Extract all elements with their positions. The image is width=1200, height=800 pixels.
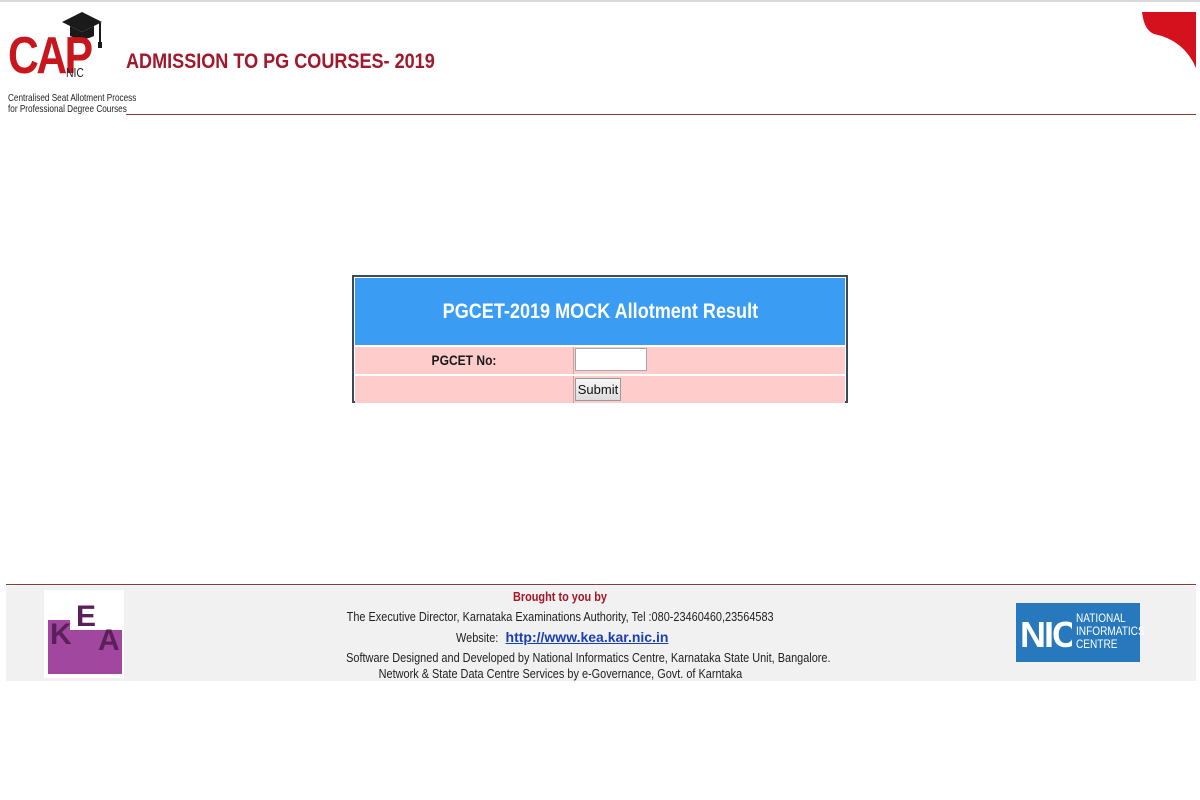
- logo-subtitle-line2: for Professional Degree Courses: [8, 103, 127, 115]
- submit-button[interactable]: Submit: [575, 378, 621, 401]
- corner-flag-icon: [1142, 12, 1196, 68]
- kea-letter-k: K: [50, 618, 72, 651]
- logo-suffix: NIC: [66, 65, 84, 80]
- allotment-result-form: PGCET-2019 MOCK Allotment Result PGCET N…: [352, 275, 848, 403]
- kea-letter-e: E: [76, 600, 96, 633]
- top-rule: [0, 0, 1200, 2]
- footer-network-text: Network & State Data Centre Services by …: [378, 666, 742, 681]
- footer-director: The Executive Director, Karnataka Examin…: [300, 609, 820, 624]
- nic-line3: CENTRE: [1076, 637, 1118, 651]
- cap-nic-logo: CAP NIC Centralised Seat Allotment Proce…: [6, 10, 136, 118]
- cell-divider: [573, 376, 574, 403]
- svg-text:NIC: NIC: [1020, 615, 1072, 651]
- nic-mark-icon: NIC: [1020, 615, 1072, 651]
- nic-words: NATIONAL INFORMATICS CENTRE: [1076, 612, 1145, 651]
- footer-website-label: Website:: [455, 630, 498, 645]
- footer-brought-by: Brought to you by: [300, 589, 820, 604]
- pgcet-number-row: PGCET No:: [355, 347, 845, 374]
- footer-brought-by-text: Brought to you by: [512, 589, 608, 604]
- website-link[interactable]: http://www.kea.kar.nic.in: [506, 629, 669, 645]
- kea-logo-graphic: K E A: [48, 600, 122, 674]
- logo-subtitle: Centralised Seat Allotment Process for P…: [8, 93, 136, 115]
- pgcet-number-input[interactable]: [575, 348, 647, 371]
- cell-divider: [573, 347, 574, 374]
- page-title: ADMISSION TO PG COURSES- 2019: [126, 50, 435, 73]
- pgcet-number-label: PGCET No:: [431, 352, 497, 368]
- nic-logo: NIC NATIONAL INFORMATICS CENTRE: [1016, 603, 1145, 662]
- form-header: PGCET-2019 MOCK Allotment Result: [355, 278, 845, 345]
- footer-director-text: The Executive Director, Karnataka Examin…: [346, 609, 774, 624]
- footer-network: Network & State Data Centre Services by …: [300, 666, 820, 681]
- footer-divider: [6, 584, 1196, 585]
- form-title: PGCET-2019 MOCK Allotment Result: [442, 299, 758, 323]
- submit-row: Submit: [355, 376, 845, 403]
- footer-website: Website: http://www.kea.kar.nic.in: [300, 629, 820, 645]
- header-divider: [126, 114, 1196, 115]
- footer-designed-by: Software Designed and Developed by Natio…: [300, 650, 830, 665]
- footer-designed-by-text: Software Designed and Developed by Natio…: [346, 650, 831, 665]
- kea-letter-a: A: [98, 624, 120, 657]
- kea-logo: K E A: [44, 590, 124, 678]
